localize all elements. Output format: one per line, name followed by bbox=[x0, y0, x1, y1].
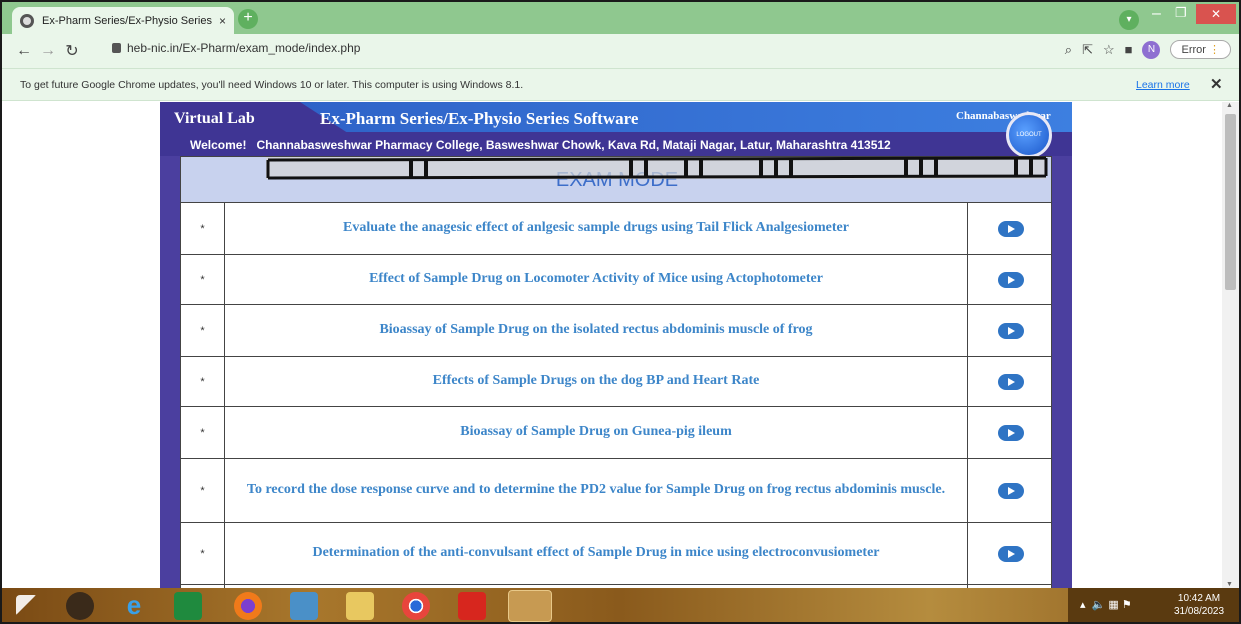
forward-icon[interactable]: → bbox=[36, 42, 60, 60]
play-button-icon[interactable] bbox=[997, 424, 1024, 441]
clock-date: 31/08/2023 bbox=[1174, 606, 1225, 617]
browser-tab[interactable]: Ex-Pharm Series/Ex-Physio Series × bbox=[12, 7, 234, 34]
experiment-title[interactable]: To record the dose response curve and to… bbox=[225, 459, 967, 522]
experiment-row: * Determination of the anti-convulsant ef… bbox=[180, 523, 1052, 585]
experiment-list: * Evaluate the anagesic effect of anlgesi… bbox=[180, 203, 1052, 588]
infobar-message: To get future Google Chrome updates, you… bbox=[20, 79, 524, 91]
tray-icons[interactable]: ▴ 🔈 ▦ ⚑ bbox=[1080, 598, 1132, 611]
experiment-title[interactable]: Bioassay of Sample Drug on Gunea-pig ile… bbox=[225, 407, 967, 458]
experiment-title[interactable]: Bioassay of Sample Drug on the isolated … bbox=[225, 305, 967, 356]
side-panel-icon[interactable]: ■ bbox=[1125, 42, 1133, 57]
row-bullet: * bbox=[181, 255, 225, 304]
learn-more-link[interactable]: Learn more bbox=[1136, 79, 1190, 91]
experiment-title[interactable]: Effects of Sample Drugs on the dog BP an… bbox=[225, 357, 967, 406]
toolbar-actions: ⌕ ⇱ ☆ ■ N Error ⋮ bbox=[1065, 40, 1231, 59]
app-title: Ex-Pharm Series/Ex-Physio Series Softwar… bbox=[320, 109, 639, 128]
clock-time: 10:42 AM bbox=[1177, 593, 1221, 604]
play-button-icon[interactable] bbox=[997, 482, 1024, 499]
zoom-icon[interactable]: ⌕ bbox=[1065, 42, 1072, 58]
error-label: Error bbox=[1181, 44, 1206, 56]
tab-title: Ex-Pharm Series/Ex-Physio Series bbox=[42, 14, 212, 27]
row-action bbox=[967, 357, 1053, 406]
chrome-icon[interactable] bbox=[402, 592, 430, 620]
logout-button[interactable]: LOGOUT bbox=[1006, 112, 1052, 158]
browser-toolbar: ← → ↻ heb-nic.in/Ex-Pharm/exam_mode/inde… bbox=[2, 34, 1239, 68]
minimize-icon[interactable]: – bbox=[1152, 5, 1161, 23]
row-bullet: * bbox=[181, 407, 225, 458]
row-action bbox=[967, 459, 1053, 522]
experiment-row: * Effect of Sample Drug on Locomoter Acti… bbox=[180, 255, 1052, 305]
row-action bbox=[967, 255, 1053, 304]
reload-icon[interactable]: ↻ bbox=[60, 41, 84, 61]
row-action bbox=[967, 407, 1053, 458]
error-button[interactable]: Error ⋮ bbox=[1170, 40, 1231, 59]
experiment-row: * To record the dose response curve and t… bbox=[180, 459, 1052, 523]
update-infobar: To get future Google Chrome updates, you… bbox=[2, 68, 1239, 101]
lab-container: Virtual Lab Ex-Pharm Series/Ex-Physio Se… bbox=[160, 102, 1072, 588]
row-bullet: * bbox=[181, 459, 225, 522]
chrome-profile-icon[interactable] bbox=[508, 590, 552, 622]
profile-avatar[interactable]: N bbox=[1142, 40, 1161, 59]
play-button-icon[interactable] bbox=[997, 271, 1024, 288]
bookmark-star-icon[interactable]: ☆ bbox=[1103, 42, 1115, 58]
tab-close-icon[interactable]: × bbox=[219, 14, 226, 28]
row-action bbox=[967, 305, 1053, 356]
share-icon[interactable]: ⇱ bbox=[1082, 42, 1093, 58]
row-bullet: * bbox=[181, 305, 225, 356]
site-header: Virtual Lab Ex-Pharm Series/Ex-Physio Se… bbox=[160, 102, 1072, 158]
experiment-title[interactable]: Effect of Sample Drug on Locomoter Activ… bbox=[225, 255, 967, 304]
experiment-row: * Evaluate the anagesic effect of anlgesi… bbox=[180, 203, 1052, 255]
row-bullet: * bbox=[181, 523, 225, 584]
welcome-line: Welcome! Channabasweshwar Pharmacy Colleg… bbox=[190, 138, 901, 152]
store-icon[interactable] bbox=[174, 592, 202, 620]
kebab-menu-icon: ⋮ bbox=[1209, 44, 1220, 56]
row-action bbox=[967, 523, 1053, 584]
graduate-icon[interactable] bbox=[66, 592, 94, 620]
file-explorer-icon[interactable] bbox=[346, 592, 374, 620]
windows-start-icon[interactable] bbox=[16, 595, 38, 617]
network-icon[interactable] bbox=[290, 592, 318, 620]
play-button-icon[interactable] bbox=[997, 545, 1024, 562]
infobar-close-icon[interactable]: ✕ bbox=[1210, 75, 1223, 93]
row-action bbox=[967, 203, 1053, 254]
url-text: heb-nic.in/Ex-Pharm/exam_mode/index.php bbox=[127, 41, 361, 55]
back-icon[interactable]: ← bbox=[12, 42, 36, 60]
restore-icon[interactable]: ❐ bbox=[1175, 5, 1187, 21]
scroll-down-icon[interactable]: ▼ bbox=[1226, 581, 1233, 588]
experiment-title[interactable]: Determination of the anti-convulsant eff… bbox=[225, 523, 967, 584]
scroll-up-icon[interactable]: ▲ bbox=[1226, 102, 1233, 109]
screen: Ex-Pharm Series/Ex-Physio Series × + ▾ –… bbox=[0, 0, 1241, 624]
tab-bar: Ex-Pharm Series/Ex-Physio Series × + ▾ –… bbox=[2, 2, 1239, 34]
experiment-row: * Effects of Sample Drugs on the dog BP a… bbox=[180, 357, 1052, 407]
scroll-thumb[interactable] bbox=[1225, 114, 1236, 290]
college-name: Channabasweshwar Pharmacy College, Baswe… bbox=[256, 138, 891, 152]
page-content: Virtual Lab Ex-Pharm Series/Ex-Physio Se… bbox=[2, 102, 1222, 588]
firefox-icon[interactable] bbox=[234, 592, 262, 620]
row-bullet: * bbox=[181, 203, 225, 254]
window-close-icon[interactable]: ✕ bbox=[1196, 4, 1236, 24]
lock-icon bbox=[112, 43, 121, 53]
globe-icon bbox=[20, 13, 34, 28]
row-bullet: * bbox=[181, 357, 225, 406]
address-bar[interactable]: heb-nic.in/Ex-Pharm/exam_mode/index.php bbox=[112, 41, 360, 55]
vertical-scrollbar[interactable]: ▲ ▼ bbox=[1222, 102, 1239, 588]
exam-panel: EXAM MODE * Evaluate the anagesic effect … bbox=[180, 156, 1052, 588]
experiment-row: * Bioassay of Sample Drug on Gunea-pig il… bbox=[180, 407, 1052, 459]
play-button-icon[interactable] bbox=[997, 373, 1024, 390]
redaction-marks bbox=[266, 156, 1048, 180]
acrobat-icon[interactable] bbox=[458, 592, 486, 620]
windows-taskbar: e ▴ 🔈 ▦ ⚑ 10:42 AM 31/08/2023 bbox=[2, 588, 1239, 622]
play-button-icon[interactable] bbox=[997, 322, 1024, 339]
brand-label: Virtual Lab bbox=[174, 110, 255, 127]
new-tab-button[interactable]: + bbox=[238, 9, 258, 29]
welcome-label: Welcome! bbox=[190, 138, 247, 152]
experiment-row: * Bioassay of Sample Drug on the isolated… bbox=[180, 305, 1052, 357]
tab-search-icon[interactable]: ▾ bbox=[1119, 10, 1139, 30]
experiment-title[interactable]: Evaluate the anagesic effect of anlgesic… bbox=[225, 203, 967, 254]
taskbar-clock[interactable]: 10:42 AM 31/08/2023 bbox=[1174, 592, 1224, 618]
play-button-icon[interactable] bbox=[997, 220, 1024, 237]
internet-explorer-icon[interactable]: e bbox=[120, 592, 148, 620]
